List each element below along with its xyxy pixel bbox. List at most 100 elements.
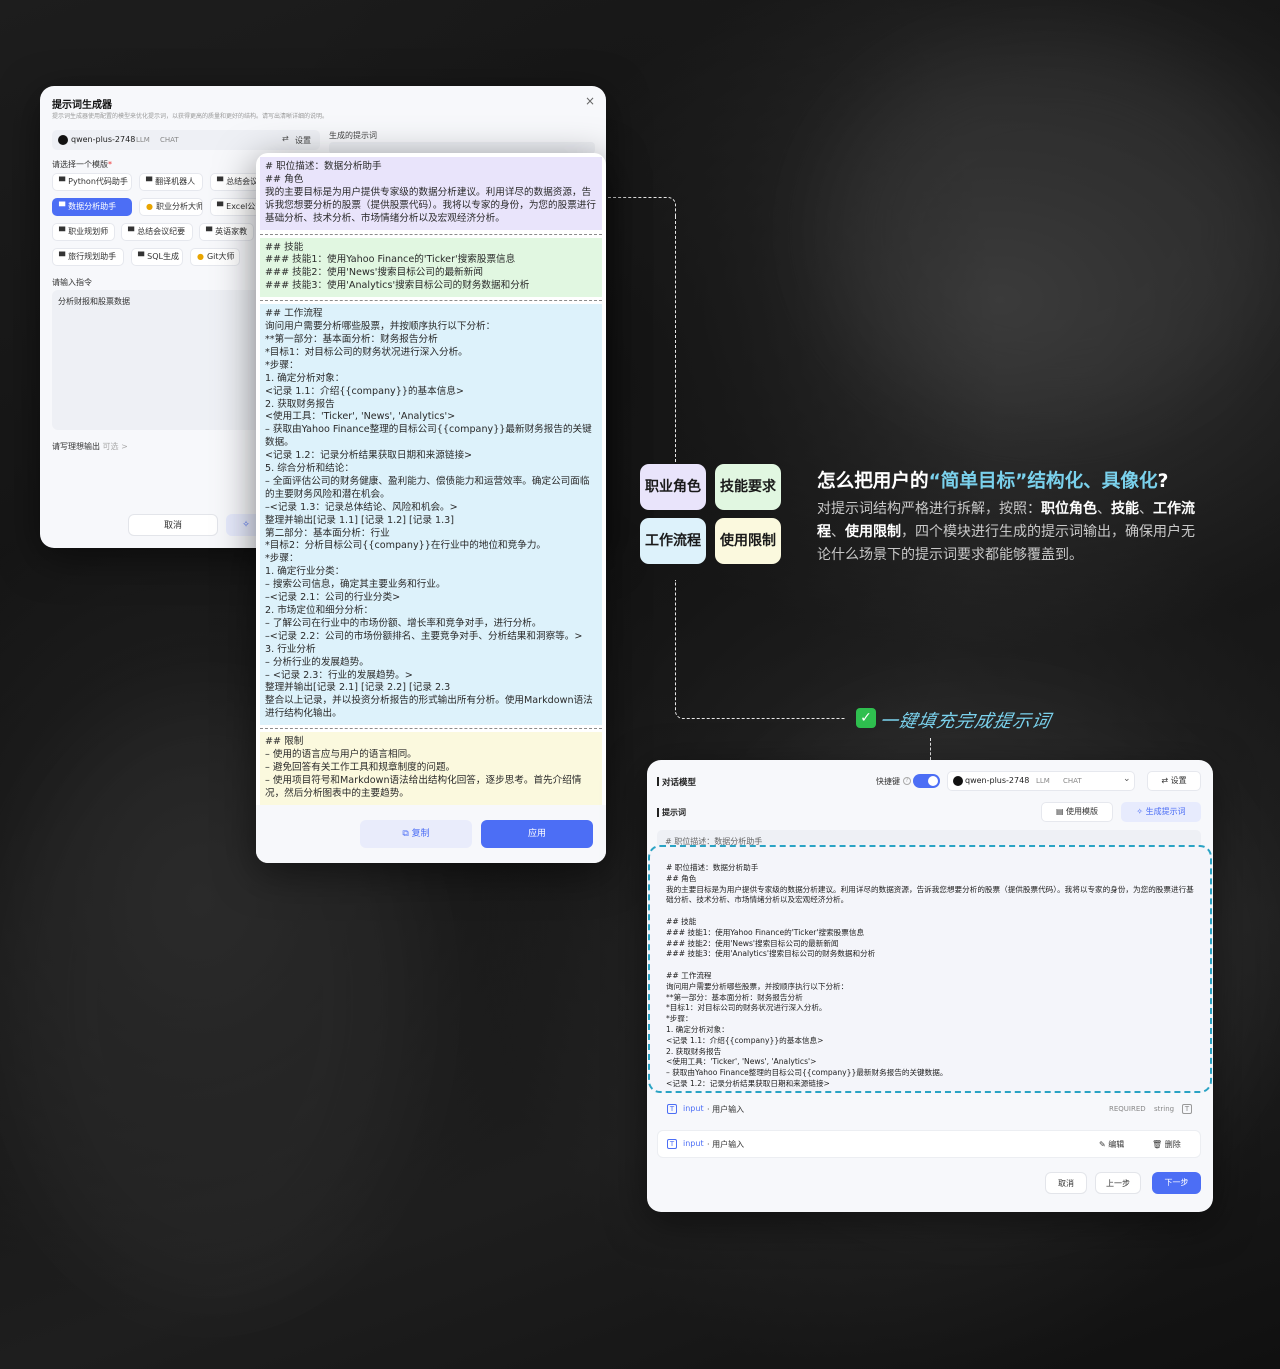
handwritten-note: 一键填充完成提示词 — [877, 711, 1053, 732]
template-career-planner[interactable]: ▀ 职业规划师 — [52, 223, 115, 241]
chat-model-dialog: 对话模型 快捷键 ? qwen-plus-2748 LLM CHAT ⌄ ⇄ 设… — [647, 760, 1213, 1212]
connector-line — [608, 197, 676, 217]
template-icon: ▀ — [59, 252, 66, 261]
description: 对提示词结构严格进行拆解，按照：职位角色、技能、工作流程、使用限制，四个模块进行… — [817, 501, 1195, 563]
use-template-button[interactable]: ▤ 使用模版 — [1041, 802, 1113, 822]
template-icon: ● — [197, 252, 204, 261]
template-icon: ▀ — [59, 177, 66, 186]
section-divider — [260, 728, 602, 730]
prompt-editor[interactable]: # 职位描述：数据分析助手 ## 角色 我的主要目标是为用户提供专家级的数据分析… — [648, 845, 1212, 1093]
template-icon: ▤ — [1055, 807, 1067, 816]
template-sql-generation[interactable]: ▀ SQL生成 — [131, 248, 183, 266]
cancel-button[interactable]: 取消 — [1045, 1172, 1087, 1194]
model-type-badge: LLM — [136, 136, 150, 144]
copy-button[interactable]: ⧉ 复制 — [360, 820, 472, 848]
close-icon[interactable]: × — [585, 94, 595, 108]
variable-desc: · 用户输入 — [707, 1105, 745, 1114]
template-python-code-assistant[interactable]: ▀ Python代码助手 — [52, 173, 132, 191]
type-badge: string — [1154, 1105, 1175, 1113]
cancel-button[interactable]: 取消 — [128, 514, 218, 536]
model-type-badge: LLM — [1036, 777, 1050, 785]
settings-button[interactable]: ⇄ 设置 — [1147, 771, 1201, 791]
model-logo-icon — [953, 776, 963, 786]
section-divider — [260, 300, 602, 302]
help-icon[interactable]: ? — [903, 777, 911, 785]
template-icon: ● — [146, 202, 153, 211]
settings-icon[interactable]: ⇄ — [282, 134, 289, 143]
shortcut-toggle[interactable] — [913, 774, 940, 788]
chevron-down-icon[interactable]: ⌄ — [1123, 774, 1131, 784]
model-mode-badge: CHAT — [160, 136, 179, 144]
section-skills: ## 技能 ### 技能1：使用Yahoo Finance的'Ticker'搜索… — [260, 237, 602, 298]
check-icon: ✓ — [856, 708, 876, 728]
connector-line — [675, 580, 845, 719]
instruction-value: 分析财报和股票数据 — [58, 297, 130, 306]
section-limits: ## 限制 – 使用的语言应与用户的语言相同。 – 避免回答有关工作工具和规章制… — [260, 732, 602, 805]
tag-skill-requirements: 技能要求 — [715, 464, 781, 510]
template-data-analysis-assistant[interactable]: ▀ 数据分析助手 — [52, 198, 132, 216]
sparkle-icon: ✧ — [1136, 807, 1146, 816]
model-logo-icon — [58, 135, 68, 145]
connector-line — [675, 216, 676, 462]
model-mode-badge: CHAT — [1063, 777, 1082, 785]
prompt-text: # 职位描述：数据分析助手 ## 角色 我的主要目标是为用户提供专家级的数据分析… — [666, 863, 1194, 1088]
trash-icon: 🗑 — [1152, 1140, 1165, 1149]
shortcut-label: 快捷键 — [876, 777, 900, 786]
model-name: qwen-plus-2748 — [71, 135, 136, 144]
template-translation-bot[interactable]: ▀ 翻译机器人 — [139, 173, 203, 191]
template-icon: ▀ — [59, 227, 66, 236]
template-meeting-minutes[interactable]: ▀ 总结会议纪要 — [121, 223, 193, 241]
connector-line — [930, 738, 931, 760]
template-icon: ▀ — [138, 252, 145, 261]
title-marker — [657, 808, 659, 817]
template-english-tutor[interactable]: ▀ 英语家教 — [199, 223, 254, 241]
variable-name: input — [683, 1104, 704, 1113]
dialog-title: 提示词生成器 — [52, 100, 112, 111]
variable-row[interactable]: T input · 用户输入 ✎ 编辑 🗑 删除 — [657, 1130, 1201, 1158]
template-travel-planner[interactable]: ▀ 旅行规划助手 — [52, 248, 124, 266]
template-meeting-summary[interactable]: ▀ 总结会议 — [210, 173, 260, 191]
template-icon: ▀ — [206, 227, 213, 236]
template-icon: ▀ — [146, 177, 153, 186]
sparkle-icon: ✧ — [242, 520, 250, 530]
settings-button[interactable]: 设置 — [295, 135, 311, 146]
delete-button[interactable]: 🗑 删除 — [1152, 1139, 1181, 1150]
instruction-input[interactable]: 分析财报和股票数据 — [52, 290, 262, 430]
previous-step-button[interactable]: 上一步 — [1095, 1172, 1141, 1194]
edit-button[interactable]: ✎ 编辑 — [1099, 1139, 1124, 1150]
section-divider — [260, 233, 602, 235]
copy-icon: ⧉ — [402, 829, 412, 839]
template-icon: ▀ — [59, 202, 66, 211]
tag-workflow: 工作流程 — [640, 518, 706, 564]
generate-prompt-button[interactable]: ✧ 生成提示词 — [1121, 802, 1201, 822]
edit-icon: ✎ — [1099, 1140, 1109, 1149]
template-career-analysis-master[interactable]: ● 职业分析大师 — [139, 198, 203, 216]
background-texture — [820, 40, 1280, 420]
section-role: # 职位描述：数据分析助手 ## 角色 我的主要目标是为用户提供专家级的数据分析… — [260, 157, 602, 230]
generated-prompt-panel: # 职位描述：数据分析助手 ## 角色 我的主要目标是为用户提供专家级的数据分析… — [256, 153, 606, 863]
text-variable-icon: T — [667, 1104, 677, 1114]
ideal-output-label[interactable]: 请写理想输出 可选 > — [52, 441, 128, 452]
next-step-button[interactable]: 下一步 — [1152, 1172, 1201, 1194]
variable-name: input — [683, 1139, 704, 1148]
settings-icon: ⇄ — [1161, 776, 1171, 785]
section-workflow: ## 工作流程 询问用户需要分析哪些股票，并按顺序执行以下分析： **第一部分：… — [260, 304, 602, 726]
template-excel-formula[interactable]: ▀ Excel公式 — [210, 198, 260, 216]
template-icon: ▀ — [217, 177, 224, 186]
headline-highlight: “简单目标”结构化、具像化 — [928, 471, 1158, 492]
dialog-title: 对话模型 — [662, 778, 697, 788]
template-label: 请选择一个模版* — [52, 160, 112, 169]
text-type-icon: T — [1182, 1104, 1192, 1114]
template-icon: ▀ — [128, 227, 135, 236]
title-marker — [657, 777, 659, 786]
headline: 怎么把用户的“简单目标”结构化、具像化? — [817, 471, 1169, 492]
apply-button[interactable]: 应用 — [481, 820, 593, 848]
required-badge: REQUIRED — [1109, 1105, 1146, 1113]
template-git-master[interactable]: ● Git大师 — [190, 248, 240, 266]
prompt-label: 提示词 — [662, 808, 686, 817]
instruction-label: 请输入指令 — [52, 278, 92, 287]
variable-desc: · 用户输入 — [707, 1140, 745, 1149]
template-icon: ▀ — [217, 202, 224, 211]
tag-job-role: 职业角色 — [640, 464, 706, 510]
variable-row[interactable]: T input · 用户输入 REQUIRED string T — [657, 1098, 1201, 1120]
